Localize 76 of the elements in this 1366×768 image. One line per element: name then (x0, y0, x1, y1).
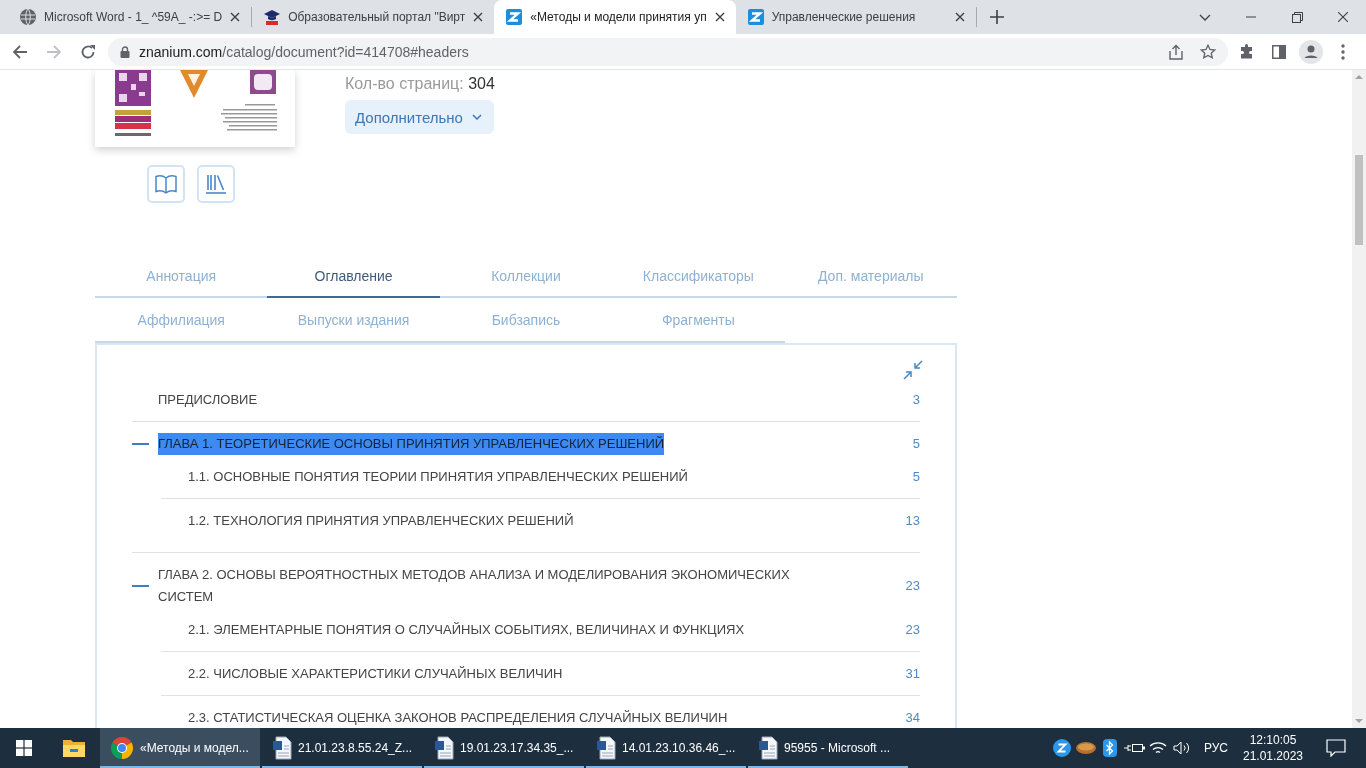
close-icon[interactable] (473, 12, 484, 22)
page-number[interactable]: 31 (905, 665, 920, 683)
scrollbar[interactable] (1352, 70, 1366, 728)
z-logo-icon (506, 9, 523, 25)
page-number[interactable]: 5 (912, 433, 920, 455)
page-number[interactable]: 3 (912, 389, 920, 411)
disc-icon[interactable] (1075, 742, 1096, 754)
close-icon[interactable] (1338, 12, 1348, 22)
folder-icon[interactable] (62, 738, 86, 758)
share-icon[interactable] (1168, 43, 1184, 60)
taskbar-app-button[interactable]: 95955 - Microsoft ... (748, 728, 908, 768)
browser-tab[interactable]: Управленческие решения (735, 0, 976, 34)
browser-tab[interactable]: «Методы и модели принятия уп (494, 0, 736, 34)
start-icon[interactable] (16, 740, 32, 756)
battery-icon[interactable] (1122, 742, 1145, 754)
z-logo-icon (747, 9, 764, 25)
page-number[interactable]: 34 (905, 709, 920, 727)
bluetooth-icon[interactable] (1102, 739, 1117, 757)
content-tab[interactable]: Оглавление (267, 255, 440, 298)
toc-link[interactable]: ГЛАВА 2. ОСНОВЫ ВЕРОЯТНОСТНЫХ МЕТОДОВ АНАЛИЗА И МОДЕЛИРОВАНИЯ ЭКОНОМИЧЕСКИХ СИСТЕМ (158, 564, 846, 608)
reload-icon[interactable] (80, 43, 96, 60)
back-arrow-icon[interactable] (12, 43, 28, 60)
language-indicator[interactable]: РУС (1193, 741, 1240, 755)
open-book-icon (155, 174, 177, 194)
document-icon (596, 736, 616, 760)
puzzle-icon[interactable] (1239, 43, 1255, 60)
scrollbar-thumb[interactable] (1355, 155, 1363, 245)
collapse-icon[interactable] (903, 360, 923, 380)
browser-tab[interactable]: Microsoft Word - 1_ ^59A_ -:>= D (8, 0, 252, 34)
taskbar-app-button[interactable]: 19.01.23.17.34.35_... (424, 728, 584, 768)
chevron-down-icon (471, 114, 482, 120)
document-icon (272, 736, 292, 760)
menu-icon[interactable] (1341, 43, 1345, 60)
toc-link[interactable]: 2.3. СТАТИСТИЧЕСКАЯ ОЦЕНКА ЗАКОНОВ РАСПРЕДЕЛЕНИЯ СЛУЧАЙНЫХ ВЕЛИЧИН (188, 709, 728, 727)
plus-icon[interactable] (989, 10, 1004, 24)
close-icon[interactable] (714, 12, 725, 22)
ring-logo-icon (110, 736, 134, 760)
toc-link[interactable]: 1.1. ОСНОВНЫЕ ПОНЯТИЯ ТЕОРИИ ПРИНЯТИЯ УПРАВЛЕНЧЕСКИХ РЕШЕНИЙ (188, 468, 688, 486)
url-text[interactable]: znanium.com/catalog/document?id=414708#headers (139, 43, 469, 60)
toc-link[interactable]: ГЛАВА 1. ТЕОРЕТИЧЕСКИЕ ОСНОВЫ ПРИНЯТИЯ УПРАВЛЕНЧЕСКИХ РЕШЕНИЙ (158, 433, 665, 455)
page-number[interactable]: 23 (905, 621, 920, 639)
star-icon[interactable] (1200, 43, 1216, 60)
close-icon[interactable] (954, 12, 965, 22)
close-icon[interactable] (230, 12, 241, 22)
toc-link[interactable]: ПРЕДИСЛОВИЕ (158, 389, 258, 411)
restore-icon[interactable] (1291, 11, 1303, 23)
taskbar-app-button[interactable]: 14.01.23.10.36.46_... (586, 728, 746, 768)
page-number[interactable]: 23 (905, 575, 920, 597)
books-icon (205, 174, 227, 194)
clock-date: 21.01.2023 (1242, 748, 1304, 764)
toc-link[interactable]: 2.2. ЧИСЛОВЫЕ ХАРАКТЕРИСТИКИ СЛУЧАЙНЫХ ВЕЛИЧИН (188, 665, 563, 683)
document-icon (434, 736, 454, 760)
z-logo-icon[interactable] (1052, 739, 1071, 757)
toc-link[interactable]: 2.1. ЭЛЕМЕНТАРНЫЕ ПОНЯТИЯ О СЛУЧАЙНЫХ СОБЫТИЯХ, ВЕЛИЧИНАХ И ФУНКЦИЯХ (188, 621, 745, 639)
toc-link[interactable]: 1.2. ТЕХНОЛОГИЯ ПРИНЯТИЯ УПРАВЛЕНЧЕСКИХ РЕШЕНИЙ (188, 512, 574, 530)
profile-icon[interactable] (1299, 39, 1323, 64)
page-number[interactable]: 13 (905, 512, 920, 530)
taskbar-app-button[interactable]: «Методы и модел... (100, 728, 260, 768)
page-count: Кол-во страниц: 304 (345, 74, 495, 94)
notification-icon[interactable] (1326, 739, 1346, 757)
volume-icon[interactable] (1172, 741, 1191, 755)
chevron-down-icon[interactable] (1199, 13, 1211, 21)
clock-time: 12:10:05 (1249, 732, 1297, 748)
document-icon (758, 736, 778, 760)
lock-icon[interactable] (120, 45, 130, 58)
taskbar-app-button[interactable]: 21.01.23.8.55.24_Z... (262, 728, 422, 768)
address-field[interactable]: znanium.com/catalog/document?id=414708#headers (108, 37, 1228, 66)
graduation-cap-icon (264, 9, 281, 25)
browser-tab[interactable]: Образовательный портал "Вирт (252, 0, 495, 34)
read-button[interactable] (147, 165, 185, 203)
globe-icon (20, 9, 36, 25)
more-button[interactable]: Дополнительно (345, 100, 494, 134)
page-number[interactable]: 5 (912, 468, 920, 486)
wifi-icon[interactable] (1148, 741, 1167, 755)
side-panel-icon[interactable] (1272, 44, 1286, 59)
bookshelf-button[interactable] (197, 165, 235, 203)
